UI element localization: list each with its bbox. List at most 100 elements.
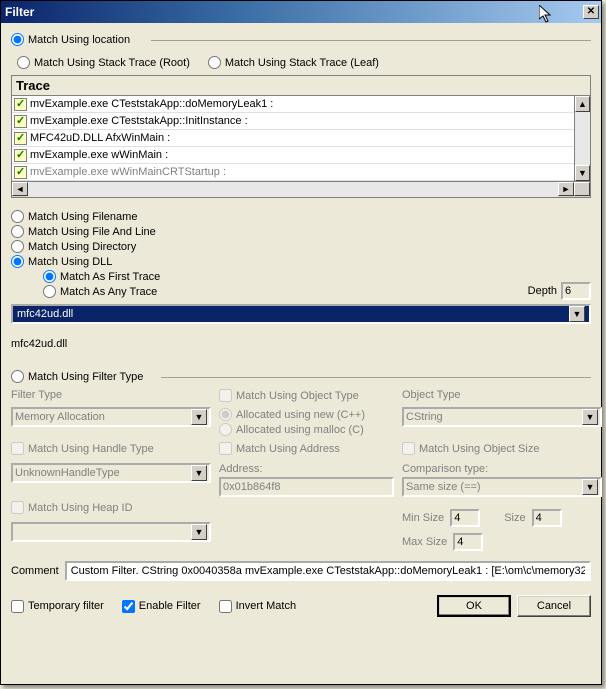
heap-id-checkbox [11, 501, 24, 514]
depth-field[interactable] [561, 282, 591, 300]
filter-type-label: Filter Type [11, 389, 211, 401]
size-field [532, 509, 562, 527]
match-fileline-label: Match Using File And Line [28, 226, 156, 238]
max-size-label: Max Size [402, 536, 447, 548]
temporary-filter-checkbox[interactable] [11, 600, 24, 613]
filter-dialog: Filter ✕ Match Using location Match Usin… [0, 0, 602, 685]
address-field: 0x01b864f8 [219, 477, 394, 497]
comment-field[interactable] [65, 561, 591, 581]
match-directory-label: Match Using Directory [28, 241, 136, 253]
obj-type-checkbox [219, 389, 232, 402]
dll-display-text: mfc42ud.dll [11, 338, 591, 350]
obj-type-cb-label: Match Using Object Type [236, 390, 359, 402]
scroll-corner [574, 182, 590, 196]
match-location-radio[interactable] [11, 33, 24, 46]
filter-type-combo: Memory Allocation▼ [11, 407, 211, 427]
chevron-down-icon: ▼ [191, 409, 207, 425]
comparison-label: Comparison type: [402, 463, 602, 475]
object-type-label: Object Type [402, 389, 602, 401]
match-directory-radio[interactable] [11, 240, 24, 253]
handle-type-cb-label: Match Using Handle Type [28, 443, 154, 455]
trace-scrollbar-h[interactable]: ◄ ► [11, 182, 591, 198]
trace-item-label: mvExample.exe wWinMainCRTStartup : [30, 166, 226, 178]
alloc-new-radio [219, 408, 232, 421]
titlebar: Filter ✕ [1, 1, 601, 23]
match-location-row: Match Using location [11, 33, 591, 46]
trace-checkbox[interactable] [14, 166, 27, 179]
address-label: Address: [219, 463, 394, 475]
trace-scrollbar-v[interactable]: ▲ ▼ [574, 96, 590, 181]
address-cb-label: Match Using Address [236, 443, 340, 455]
enable-filter-label: Enable Filter [139, 600, 201, 612]
match-any-trace-radio[interactable] [43, 285, 56, 298]
trace-item[interactable]: mvExample.exe wWinMain : [12, 147, 590, 164]
trace-header-label: Trace [16, 78, 50, 93]
chevron-down-icon: ▼ [191, 524, 207, 540]
match-first-trace-radio[interactable] [43, 270, 56, 283]
chevron-down-icon: ▼ [582, 409, 598, 425]
obj-size-cb-label: Match Using Object Size [419, 443, 539, 455]
match-dll-label: Match Using DLL [28, 256, 112, 268]
filter-type-section: Filter Type Memory Allocation▼ Match Usi… [11, 389, 591, 551]
trace-item-label: mvExample.exe wWinMain : [30, 149, 168, 161]
size-label: Size [504, 512, 525, 524]
match-fileline-radio[interactable] [11, 225, 24, 238]
trace-checkbox[interactable] [14, 98, 27, 111]
dll-combo[interactable]: mfc42ud.dll ▼ [11, 304, 591, 324]
cancel-button[interactable]: Cancel [517, 595, 591, 617]
comment-label: Comment [11, 565, 59, 577]
scroll-up-icon[interactable]: ▲ [575, 96, 590, 112]
match-first-trace-label: Match As First Trace [60, 271, 160, 283]
trace-checkbox[interactable] [14, 132, 27, 145]
stack-leaf-label: Match Using Stack Trace (Leaf) [225, 57, 379, 69]
close-button[interactable]: ✕ [583, 5, 599, 19]
trace-checkbox[interactable] [14, 115, 27, 128]
match-any-trace-label: Match As Any Trace [60, 286, 157, 298]
dll-combo-value: mfc42ud.dll [17, 308, 73, 320]
handle-type-checkbox [11, 442, 24, 455]
trace-item[interactable]: mvExample.exe CTeststakApp::InitInstance… [12, 113, 590, 130]
dialog-content: Match Using location Match Using Stack T… [1, 23, 601, 625]
match-filter-type-label: Match Using Filter Type [28, 371, 143, 383]
chevron-down-icon[interactable]: ▼ [569, 306, 585, 322]
trace-list[interactable]: mvExample.exe CTeststakApp::doMemoryLeak… [11, 96, 591, 182]
trace-item-label: mvExample.exe CTeststakApp::InitInstance… [30, 115, 248, 127]
trace-item[interactable]: mvExample.exe CTeststakApp::doMemoryLeak… [12, 96, 590, 113]
match-location-label: Match Using location [28, 34, 130, 46]
temporary-filter-label: Temporary filter [28, 600, 104, 612]
window-title: Filter [5, 5, 583, 19]
stack-leaf-radio[interactable] [208, 56, 221, 69]
stack-root-label: Match Using Stack Trace (Root) [34, 57, 190, 69]
scroll-down-icon[interactable]: ▼ [575, 165, 590, 181]
handle-type-combo: UnknownHandleType▼ [11, 463, 211, 483]
ok-button[interactable]: OK [437, 595, 511, 617]
alloc-malloc-radio [219, 423, 232, 436]
enable-filter-checkbox[interactable] [122, 600, 135, 613]
chevron-down-icon: ▼ [582, 479, 598, 495]
scroll-left-icon[interactable]: ◄ [12, 182, 28, 196]
trace-checkbox[interactable] [14, 149, 27, 162]
comparison-combo: Same size (==)▼ [402, 477, 602, 497]
depth-label: Depth [528, 285, 557, 297]
trace-item[interactable]: MFC42uD.DLL AfxWinMain : [12, 130, 590, 147]
object-type-combo: CString▼ [402, 407, 602, 427]
trace-item-label: MFC42uD.DLL AfxWinMain : [30, 132, 170, 144]
match-dll-radio[interactable] [11, 255, 24, 268]
obj-size-checkbox [402, 442, 415, 455]
match-filename-label: Match Using Filename [28, 211, 137, 223]
trace-header[interactable]: Trace [11, 75, 591, 96]
trace-item[interactable]: mvExample.exe wWinMainCRTStartup : [12, 164, 590, 181]
chevron-down-icon: ▼ [191, 465, 207, 481]
stack-root-radio[interactable] [17, 56, 30, 69]
alloc-new-label: Allocated using new (C++) [236, 409, 365, 421]
match-filter-type-radio[interactable] [11, 370, 24, 383]
invert-match-checkbox[interactable] [219, 600, 232, 613]
match-filename-radio[interactable] [11, 210, 24, 223]
min-size-field [450, 509, 480, 527]
heap-id-cb-label: Match Using Heap ID [28, 502, 133, 514]
trace-box: Trace mvExample.exe CTeststakApp::doMemo… [11, 75, 591, 198]
trace-item-label: mvExample.exe CTeststakApp::doMemoryLeak… [30, 98, 273, 110]
max-size-field [453, 533, 483, 551]
scroll-right-icon[interactable]: ► [558, 182, 574, 196]
min-size-label: Min Size [402, 512, 444, 524]
